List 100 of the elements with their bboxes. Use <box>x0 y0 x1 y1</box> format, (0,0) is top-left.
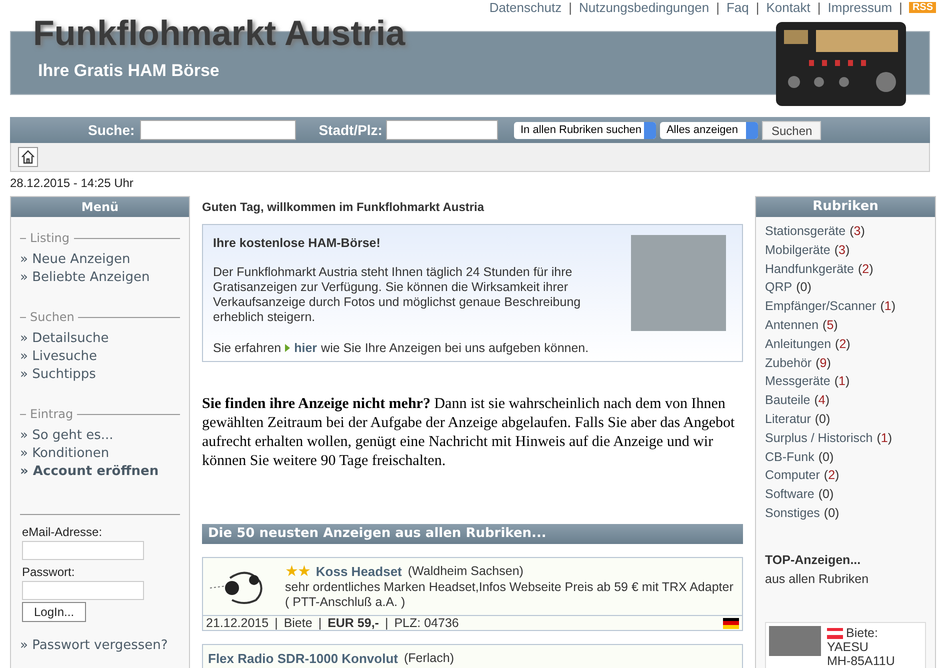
site-subtitle: Ihre Gratis HAM Börse <box>38 60 220 82</box>
city-label: Stadt/Plz: <box>318 120 382 140</box>
category-link[interactable]: Software <box>765 485 814 504</box>
section-heading: Suchen <box>30 309 74 326</box>
listing-title[interactable]: Flex Radio SDR-1000 Konvolut <box>208 651 398 666</box>
category-count: (0) <box>818 486 834 504</box>
separator: | <box>715 1 720 14</box>
menu-link[interactable]: » Neue Anzeigen <box>20 251 180 268</box>
date-time: 28.12.2015 - 14:25 Uhr <box>10 175 134 192</box>
menu-link[interactable]: » Beliebte Anzeigen <box>20 269 180 286</box>
category-link[interactable]: Literatur <box>765 410 811 429</box>
category-link[interactable]: Anleitungen <box>765 334 832 354</box>
menu-link[interactable]: » Account eröffnen <box>20 463 180 480</box>
category-count: (1) <box>880 298 896 316</box>
listing-detail: | <box>274 614 278 632</box>
filter-select[interactable]: Alles anzeigen <box>660 122 758 138</box>
category-link[interactable]: CB-Funk <box>765 448 814 466</box>
menu-link[interactable]: » Detailsuche <box>20 330 180 347</box>
photo-placeholder <box>769 626 821 656</box>
listing-title[interactable]: Koss Headset <box>316 564 402 579</box>
city-field[interactable] <box>386 120 498 140</box>
box-title: Ihre kostenlose HAM-Börse! <box>213 235 382 252</box>
listing-detail: PLZ: 04736 <box>394 614 459 632</box>
listing-detail: | <box>384 614 388 632</box>
category-link[interactable]: Sonstiges <box>765 504 820 523</box>
search-field[interactable] <box>140 120 296 140</box>
listing-detail: EUR 59,- <box>328 614 379 632</box>
stepper-icon <box>746 122 758 138</box>
home-button[interactable] <box>18 147 38 167</box>
box-text: Der Funkflohmarkt Austria steht Ihnen täglich 24 Stunden für ihre Gratisanzeigen zur Verfügung. Sie können die Wirksamkeit ihrer Verkaufsanzeige durch Fotos und möglichst genaue Beschreibung erheblich steigern. <box>213 264 582 325</box>
nav-link[interactable]: Faq <box>726 1 749 14</box>
menu-link[interactable]: » Livesuche <box>20 348 180 365</box>
search-label: Suche: <box>88 120 135 140</box>
stepper-icon <box>644 122 656 138</box>
category-count: (1) <box>876 430 892 447</box>
section-heading: Listing <box>30 230 70 247</box>
top-ads-subtitle: aus allen Rubriken <box>764 570 870 588</box>
email-field[interactable] <box>22 541 144 560</box>
category-count: (3) <box>834 242 850 259</box>
category-link[interactable]: Empfänger/Scanner <box>765 297 876 316</box>
category-link[interactable]: Messgeräte <box>765 372 830 392</box>
star-marks: ★★ <box>285 564 310 579</box>
search-button[interactable]: Suchen <box>762 120 822 140</box>
nav-link[interactable]: Impressum <box>828 1 892 14</box>
field-label: Passwort: <box>22 564 76 581</box>
category-select[interactable]: In allen Rubriken suchen <box>514 122 656 138</box>
category-count: (9) <box>816 354 831 372</box>
category-count: (4) <box>814 392 830 410</box>
login-button[interactable]: LogIn... <box>22 602 86 622</box>
category-count: (2) <box>858 260 874 278</box>
category-link[interactable]: Surplus / Historisch <box>765 428 873 448</box>
menu-link[interactable]: » Konditionen <box>20 445 180 462</box>
here-link[interactable]: hier <box>294 338 318 358</box>
welcome-heading: Guten Tag, willkommen im Funkflohmarkt Austria <box>202 199 486 216</box>
panel-title: Menü <box>11 197 189 217</box>
forgot-password-link[interactable]: » Passwort vergessen? <box>20 636 180 656</box>
box-text: Sie erfahren <box>213 340 282 357</box>
menu-link[interactable]: » Suchtipps <box>20 366 180 383</box>
panel-title: Rubriken <box>756 197 935 217</box>
category-link[interactable]: Handfunkgeräte <box>765 260 854 278</box>
category-count: (1) <box>834 373 850 390</box>
separator: | <box>816 1 822 14</box>
listing-description: sehr ordentliches Marken Headset,Infos Webseite Preis ab 59 € mit TRX Adapter ( PTT-Anschluß a.A. ) <box>285 580 734 610</box>
listing-detail: Biete <box>284 614 312 632</box>
listing-location: (Ferlach) <box>404 651 454 666</box>
category-count: (5) <box>822 316 838 334</box>
nav-link[interactable]: Nutzungsbedingungen <box>578 1 710 14</box>
category-link[interactable]: Mobilgeräte <box>765 240 830 260</box>
listing-location: (Waldheim Sachsen) <box>408 564 524 579</box>
separator: | <box>568 1 573 14</box>
box-text: wie Sie Ihre Anzeigen bei uns aufgeben können. <box>321 340 589 357</box>
nav-link[interactable]: Datenschutz <box>489 1 562 14</box>
section-heading: Eintrag <box>30 406 74 423</box>
category-count: (2) <box>824 467 840 484</box>
top-ad-title: MH-85A11U <box>827 654 895 668</box>
category-count: (0) <box>814 410 830 428</box>
category-link[interactable]: Computer <box>765 466 820 486</box>
category-link[interactable]: Antennen <box>765 316 819 335</box>
nav-link[interactable]: Kontakt <box>766 1 810 14</box>
field-label: eMail-Adresse: <box>22 524 104 541</box>
section-title: Die 50 neusten Anzeigen aus allen Rubriken... <box>202 524 743 544</box>
category-count: (3) <box>850 223 865 240</box>
category-link[interactable]: Zubehör <box>765 354 812 372</box>
password-field[interactable] <box>22 581 144 600</box>
notice-text: Sie finden ihre Anzeige nicht mehr? Dann ist sie wahrscheinlich nach dem von Ihnen gewählten Zeitraum bei der Aufgabe der Anzeige abgelaufen. Falls Sie aber das Angebot aufrecht erhalten wollen, genügt eine Nachricht mit Hinweis auf die Anzeige und wir können Sie weitere 90 Tage freischalten. <box>202 395 736 471</box>
category-link[interactable]: Bauteile <box>765 391 810 410</box>
listing-detail: 21.12.2015 <box>206 614 269 632</box>
category-link[interactable]: QRP <box>765 278 792 298</box>
category-count: (0) <box>796 279 812 296</box>
top-ad-title: YAESU <box>827 640 870 654</box>
category-count: (0) <box>824 504 840 522</box>
top-ad-type: Biete: <box>846 626 878 640</box>
separator: | <box>898 1 904 14</box>
menu-link[interactable]: » So geht es... <box>20 427 180 444</box>
listing-detail: | <box>318 614 322 632</box>
home-icon <box>21 150 35 164</box>
separator: | <box>754 1 760 14</box>
arrow-icon <box>285 344 290 352</box>
category-count: (2) <box>835 336 850 353</box>
category-link[interactable]: Stationsgeräte <box>765 222 846 241</box>
